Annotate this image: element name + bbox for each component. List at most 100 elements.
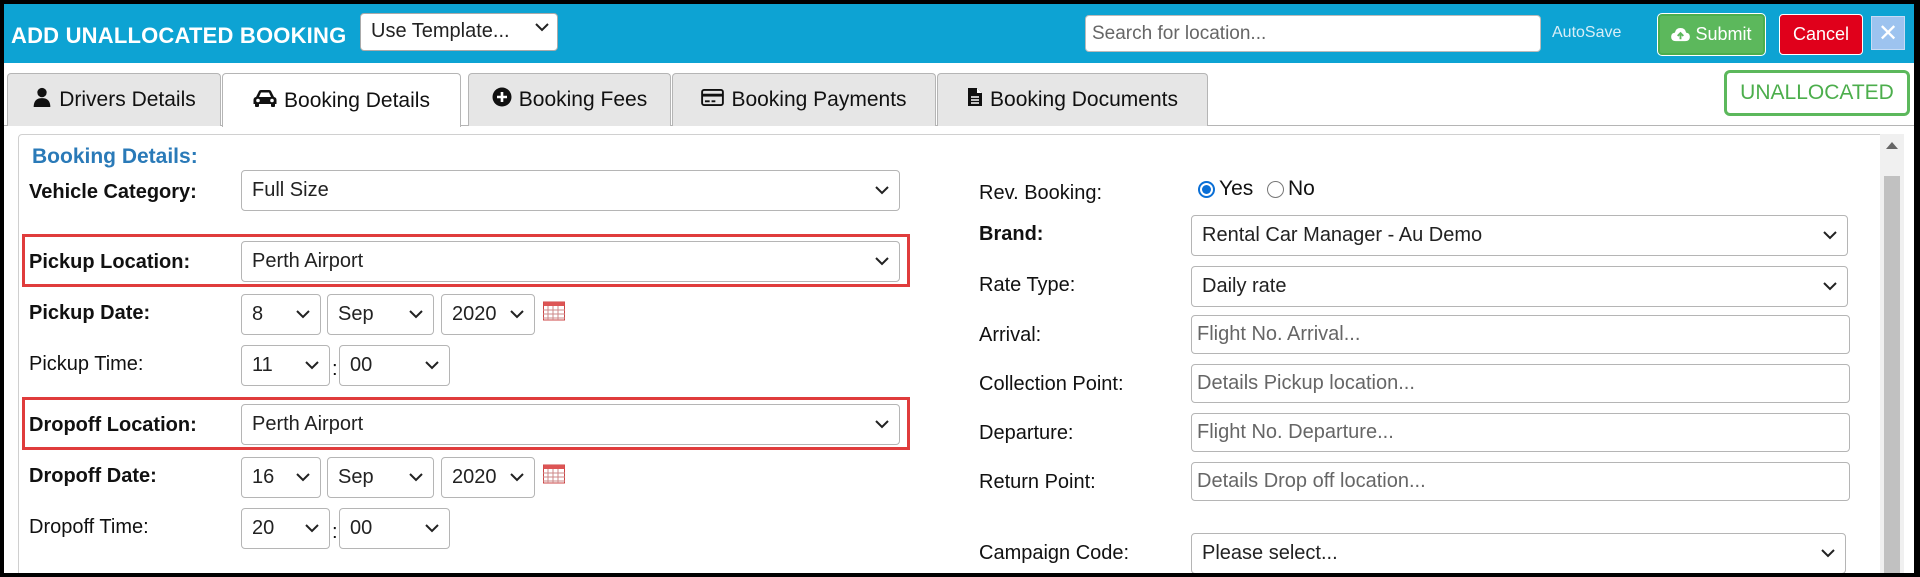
pickup-hour-value: 11 — [252, 354, 273, 376]
pickup-day-select[interactable]: 8 — [241, 294, 321, 335]
close-icon: ✕ — [1877, 19, 1899, 47]
time-separator: : — [332, 358, 338, 380]
autosave-label[interactable]: AutoSave — [1552, 24, 1621, 42]
page-title: ADD UNALLOCATED BOOKING — [11, 23, 347, 48]
vehicle-category-label: Vehicle Category: — [29, 181, 197, 203]
radio-checked-icon[interactable] — [1198, 180, 1215, 198]
rev-booking-yes-radio[interactable]: Yes — [1198, 177, 1253, 201]
campaign-code-label: Campaign Code: — [979, 542, 1130, 564]
tab-label: Booking Documents — [990, 88, 1178, 111]
rev-booking-yes-label: Yes — [1219, 177, 1254, 200]
chevron-down-icon — [875, 185, 889, 195]
dropoff-month-value: Sep — [338, 466, 374, 488]
submit-button[interactable]: Submit — [1657, 13, 1766, 56]
scrollbar-thumb[interactable] — [1884, 176, 1900, 573]
tab-label: Booking Details — [284, 88, 430, 112]
rev-booking-no-radio[interactable]: No — [1267, 177, 1315, 201]
brand-value: Rental Car Manager - Au Demo — [1202, 224, 1483, 246]
header-bar: ADD UNALLOCATED BOOKING Use Template... … — [4, 4, 1914, 63]
rate-type-label: Rate Type: — [979, 274, 1076, 296]
departure-input[interactable] — [1191, 413, 1850, 452]
tab-label: Booking Payments — [731, 88, 907, 111]
pickup-year-select[interactable]: 2020 — [441, 294, 535, 335]
dropoff-year-value: 2020 — [452, 466, 497, 488]
dropoff-day-select[interactable]: 16 — [241, 457, 321, 498]
submit-label: Submit — [1695, 24, 1752, 44]
pickup-minute-value: 00 — [350, 354, 373, 376]
dropoff-hour-select[interactable]: 20 — [241, 508, 330, 549]
chevron-down-icon — [510, 472, 524, 482]
vehicle-category-select[interactable]: Full Size — [241, 170, 900, 211]
rev-booking-no-label: No — [1288, 177, 1315, 200]
arrival-label: Arrival: — [979, 324, 1042, 346]
pickup-month-value: Sep — [338, 303, 374, 325]
arrival-input[interactable] — [1191, 315, 1850, 354]
dropoff-date-label: Dropoff Date: — [29, 465, 157, 487]
chevron-down-icon — [409, 472, 423, 482]
brand-select[interactable]: Rental Car Manager - Au Demo — [1191, 215, 1848, 256]
tab-label: Booking Fees — [518, 88, 648, 111]
pickup-month-select[interactable]: Sep — [327, 294, 434, 335]
pickup-location-select[interactable]: Perth Airport — [241, 241, 900, 282]
chevron-down-icon — [1823, 281, 1837, 291]
pickup-day-value: 8 — [252, 303, 264, 325]
cancel-label: Cancel — [1792, 24, 1850, 44]
vertical-scrollbar[interactable] — [1880, 134, 1904, 573]
time-separator: : — [332, 521, 338, 543]
dropoff-year-select[interactable]: 2020 — [441, 457, 535, 498]
dropoff-location-value: Perth Airport — [252, 413, 364, 435]
collection-point-input[interactable] — [1191, 364, 1850, 403]
dropoff-minute-select[interactable]: 00 — [339, 508, 450, 549]
chevron-down-icon — [296, 309, 310, 319]
dropoff-time-label: Dropoff Time: — [29, 516, 149, 538]
dropoff-location-label: Dropoff Location: — [29, 414, 197, 436]
cancel-button[interactable]: Cancel — [1779, 14, 1863, 55]
credit-card-icon — [701, 88, 725, 112]
calendar-icon[interactable] — [543, 301, 565, 321]
radio-unchecked-icon[interactable] — [1267, 180, 1284, 198]
rev-booking-label: Rev. Booking: — [979, 182, 1103, 204]
pickup-time-label: Pickup Time: — [29, 353, 144, 375]
tab-booking-fees[interactable]: Booking Fees — [468, 73, 671, 126]
cloud-upload-icon — [1671, 27, 1691, 42]
chevron-down-icon — [1821, 548, 1835, 558]
booking-window: ADD UNALLOCATED BOOKING Use Template... … — [4, 4, 1914, 573]
tab-booking-details[interactable]: Booking Details — [222, 73, 461, 127]
dropoff-day-value: 16 — [252, 466, 275, 488]
pickup-hour-select[interactable]: 11 — [241, 345, 330, 386]
pickup-date-label: Pickup Date: — [29, 302, 151, 324]
tab-booking-payments[interactable]: Booking Payments — [672, 73, 936, 126]
chevron-down-icon — [1823, 230, 1837, 240]
tab-booking-documents[interactable]: Booking Documents — [937, 73, 1208, 126]
template-select[interactable]: Use Template... — [360, 13, 558, 51]
pickup-location-value: Perth Airport — [252, 250, 364, 272]
status-badge: UNALLOCATED — [1724, 70, 1910, 116]
chevron-down-icon — [296, 472, 310, 482]
vehicle-category-value: Full Size — [252, 179, 329, 201]
location-search-input[interactable] — [1085, 15, 1541, 52]
dropoff-month-select[interactable]: Sep — [327, 457, 434, 498]
pickup-location-label: Pickup Location: — [29, 251, 191, 273]
pickup-minute-select[interactable]: 00 — [339, 345, 450, 386]
rate-type-value: Daily rate — [1202, 275, 1287, 297]
return-point-input[interactable] — [1191, 462, 1850, 501]
section-title: Booking Details: — [32, 145, 198, 168]
dropoff-location-select[interactable]: Perth Airport — [241, 404, 900, 445]
tab-drivers-details[interactable]: Drivers Details — [7, 73, 221, 126]
chevron-down-icon — [425, 523, 439, 533]
collection-point-label: Collection Point: — [979, 373, 1124, 395]
departure-label: Departure: — [979, 422, 1074, 444]
car-icon — [253, 89, 277, 113]
chevron-down-icon — [535, 22, 549, 32]
close-button[interactable]: ✕ — [1871, 16, 1905, 50]
brand-label: Brand: — [979, 223, 1044, 245]
rate-type-select[interactable]: Daily rate — [1191, 266, 1848, 307]
calendar-icon[interactable] — [543, 464, 565, 484]
chevron-down-icon — [510, 309, 524, 319]
return-point-label: Return Point: — [979, 471, 1096, 493]
scroll-up-icon[interactable] — [1886, 142, 1898, 149]
chevron-down-icon — [875, 256, 889, 266]
campaign-code-select[interactable]: Please select... — [1191, 533, 1846, 573]
dropoff-hour-value: 20 — [252, 517, 275, 539]
chevron-down-icon — [305, 523, 319, 533]
